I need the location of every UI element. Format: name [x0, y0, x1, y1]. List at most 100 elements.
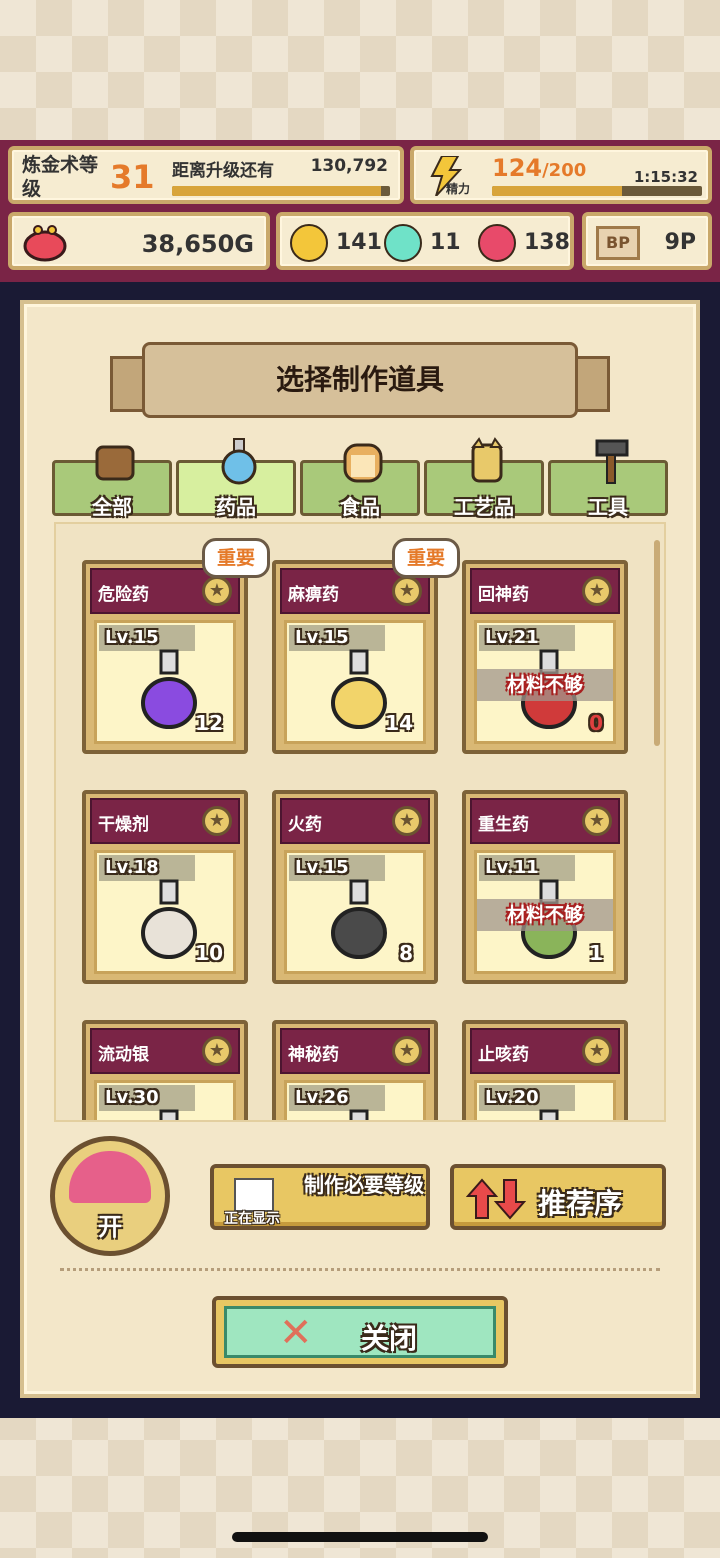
item-card[interactable]: 重生药 ★ Lv.11 材料不够 1: [462, 790, 628, 984]
item-body: Lv.15 8: [284, 850, 426, 974]
item-name: 流动银: [98, 1045, 149, 1065]
orb-panel[interactable]: 141 11 138: [276, 212, 574, 270]
item-body: Lv.15 14: [284, 620, 426, 744]
item-header: 止咳药 ★: [470, 1028, 620, 1074]
item-name: 止咳药: [478, 1045, 529, 1065]
gold-panel[interactable]: 38,650G: [8, 212, 270, 270]
item-count: 1: [589, 941, 603, 965]
energy-panel[interactable]: 精力 124/200 1:15:32: [410, 146, 712, 204]
assistant-toggle-button[interactable]: 开: [50, 1136, 170, 1256]
gold-value: 38,650G: [141, 230, 254, 258]
tab-crafts[interactable]: 工艺品: [424, 437, 544, 519]
item-header: 流动银 ★: [90, 1028, 240, 1074]
swap-arrows-icon: [466, 1178, 526, 1220]
bp-panel[interactable]: BP 9P: [582, 212, 712, 270]
item-count: 10: [195, 941, 223, 965]
item-name: 干燥剂: [98, 815, 149, 835]
exp-bar-fill: [172, 186, 382, 196]
star-icon[interactable]: ★: [202, 806, 232, 836]
potion-icon: [221, 438, 257, 485]
sort-by-level-button[interactable]: 正在显示 制作必要等级: [210, 1164, 430, 1230]
close-button-face: ✕ 关闭: [224, 1306, 496, 1358]
item-count: 14: [385, 711, 413, 735]
alchemy-level-panel: 炼金术等级 31 距离升级还有 130,792: [8, 146, 404, 204]
level-value: 31: [110, 158, 155, 196]
item-count: 0: [589, 711, 603, 735]
tab-all[interactable]: 全部: [52, 445, 172, 519]
divider: [60, 1268, 660, 1272]
star-icon[interactable]: ★: [582, 806, 612, 836]
energy-bar: [492, 186, 702, 196]
item-header: 重生药 ★: [470, 798, 620, 844]
tab-label: 工艺品: [454, 495, 514, 519]
item-level: Lv.15: [105, 627, 159, 648]
energy-current: 124: [492, 154, 543, 182]
star-icon[interactable]: ★: [582, 1036, 612, 1066]
order-label: 推荐序: [538, 1187, 623, 1220]
pink-orb-icon: [478, 224, 516, 262]
item-icon: [331, 649, 387, 729]
item-card[interactable]: 火药 ★ Lv.15 8: [272, 790, 438, 984]
close-button[interactable]: ✕ 关闭: [212, 1296, 508, 1368]
tab-food[interactable]: 食品: [300, 443, 420, 519]
item-body: Lv.11 材料不够 1: [474, 850, 616, 974]
item-name: 神秘药: [288, 1045, 339, 1065]
item-level: Lv.26: [295, 1087, 349, 1108]
tab-label: 工具: [588, 495, 628, 519]
cyan-orb-icon: [384, 224, 422, 262]
item-card[interactable]: 危险药 ★ Lv.15 12 重要: [82, 538, 270, 754]
energy-bar-fill: [492, 186, 623, 196]
tab-tools[interactable]: 工具: [548, 439, 668, 519]
exp-bar: [172, 186, 390, 196]
tab-label: 全部: [92, 495, 132, 519]
item-header: 神秘药 ★: [280, 1028, 430, 1074]
energy-value: 124/200: [492, 154, 586, 182]
item-card[interactable]: 麻痹药 ★ Lv.15 14 重要: [272, 538, 460, 754]
item-level: Lv.20: [485, 1087, 539, 1108]
item-body: Lv.26: [284, 1080, 426, 1120]
star-icon[interactable]: ★: [202, 1036, 232, 1066]
star-icon[interactable]: ★: [392, 576, 422, 606]
insufficient-materials-label: 材料不够: [477, 669, 613, 701]
item-name: 危险药: [98, 585, 149, 605]
item-grid: 危险药 ★ Lv.15 12 重要 麻痹药 ★ Lv.15 14 重要 回神药 …: [54, 522, 666, 1122]
item-header: 火药 ★: [280, 798, 430, 844]
energy-max: /200: [542, 160, 587, 181]
item-icon: [539, 1109, 559, 1120]
item-body: Lv.21 材料不够 0: [474, 620, 616, 744]
home-indicator[interactable]: [232, 1532, 488, 1542]
item-body: Lv.15 12: [94, 620, 236, 744]
pink-orb-count: 138: [524, 230, 570, 255]
energy-timer: 1:15:32: [633, 168, 698, 186]
item-level: Lv.11: [485, 857, 539, 878]
sort-label: 制作必要等级: [304, 1173, 424, 1197]
item-card[interactable]: 回神药 ★ Lv.21 材料不够 0: [462, 560, 628, 754]
tab-medicine[interactable]: 药品: [176, 438, 296, 519]
item-name: 回神药: [478, 585, 529, 605]
hammer-icon: [595, 439, 629, 484]
item-icon: [331, 879, 387, 959]
item-card[interactable]: 干燥剂 ★ Lv.18 10: [82, 790, 248, 984]
item-name: 麻痹药: [288, 585, 339, 605]
star-icon[interactable]: ★: [392, 1036, 422, 1066]
item-icon: [159, 1109, 179, 1120]
bag-icon: [95, 445, 135, 481]
item-icon: [349, 1109, 369, 1120]
item-name: 火药: [288, 815, 322, 835]
item-card[interactable]: 止咳药 ★ Lv.20: [462, 1020, 628, 1120]
tab-label: 食品: [340, 495, 380, 519]
item-level: Lv.18: [105, 857, 159, 878]
item-count: 12: [195, 711, 223, 735]
star-icon[interactable]: ★: [392, 806, 422, 836]
grid-scrollbar[interactable]: [654, 540, 660, 746]
level-title: 炼金术等级: [22, 154, 99, 200]
item-count: 8: [399, 941, 413, 965]
star-icon[interactable]: ★: [582, 576, 612, 606]
next-level-label: 距离升级还有: [172, 161, 274, 181]
energy-label: 精力: [446, 182, 471, 196]
star-icon[interactable]: ★: [202, 576, 232, 606]
item-card[interactable]: 神秘药 ★ Lv.26: [272, 1020, 438, 1120]
recommended-order-button[interactable]: 推荐序: [450, 1164, 666, 1230]
item-card[interactable]: 流动银 ★ Lv.30: [82, 1020, 248, 1120]
item-icon: [141, 649, 197, 729]
